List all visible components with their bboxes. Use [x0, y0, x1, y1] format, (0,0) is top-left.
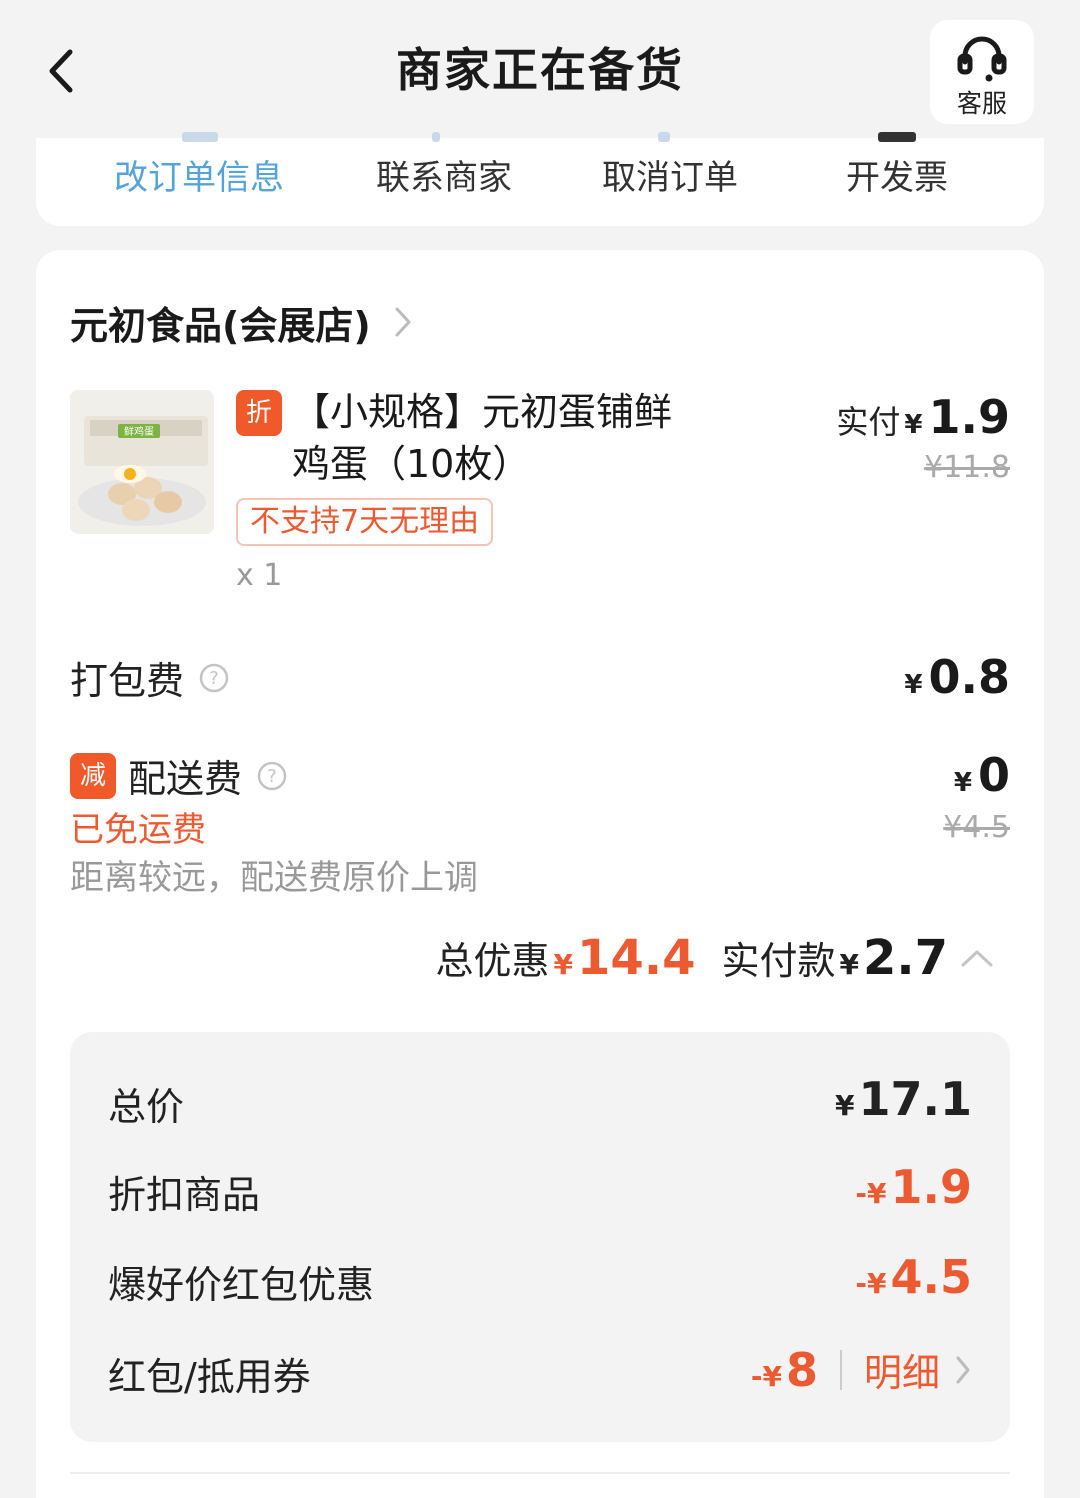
delivery-fee-value: ¥ 0 — [950, 748, 1010, 802]
contact-merchant-icon — [432, 132, 440, 142]
return-policy-badge: 不支持7天无理由 — [236, 498, 494, 546]
order-actions: 改订单信息 联系商家 取消订单 开发票 — [36, 132, 1044, 226]
contact-merchant-button[interactable]: 联系商家 — [376, 150, 512, 199]
svg-text:?: ? — [209, 668, 219, 689]
top-bar: 商家正在备货 客服 — [0, 0, 1080, 138]
product-image[interactable]: 鲜鸡蛋 — [70, 390, 214, 534]
help-circle-icon[interactable]: ? — [198, 662, 230, 694]
page-title: 商家正在备货 — [396, 43, 684, 97]
divider — [70, 1472, 1010, 1474]
total-price-label: 总价 — [108, 1085, 185, 1129]
edit-order-icon — [182, 132, 218, 142]
currency-symbol: -¥ — [855, 1177, 887, 1210]
packing-fee-row: 打包费 ? ¥ 0.8 — [70, 650, 1010, 706]
egg-carton-illustration: 鲜鸡蛋 — [78, 416, 208, 526]
cancel-order-button[interactable]: 取消订单 — [602, 150, 738, 199]
help-circle-icon[interactable]: ? — [256, 760, 288, 792]
discounted-item-label: 折扣商品 — [108, 1173, 261, 1217]
paid-price-value: 1.9 — [928, 390, 1011, 444]
currency-symbol: ¥ — [553, 948, 574, 981]
coupon-row: 红包/抵用券 -¥ 8 明细 — [108, 1342, 972, 1402]
total-price-value: 17.1 — [858, 1072, 973, 1126]
edit-order-info-button[interactable]: 改订单信息 — [114, 150, 284, 199]
product-title[interactable]: 【小规格】元初蛋铺鲜 鸡蛋（10枚） — [292, 386, 742, 490]
discount-tag: 折 — [236, 390, 282, 436]
currency-symbol: ¥ — [904, 410, 923, 440]
customer-service-label: 客服 — [956, 89, 1007, 118]
divider — [839, 1349, 842, 1390]
chevron-right-icon — [395, 307, 411, 337]
headset-icon — [957, 36, 1007, 82]
chevron-right-icon — [956, 1356, 970, 1383]
red-packet-row: 爆好价红包优惠 -¥ 4.5 — [108, 1250, 972, 1310]
paid-label: 实付 — [836, 403, 901, 441]
free-shipping-text: 已免运费 — [70, 810, 206, 850]
total-discount-label: 总优惠 — [435, 939, 550, 983]
packing-fee-value: ¥ 0.8 — [900, 650, 1010, 704]
packing-fee-label: 打包费 — [70, 659, 185, 703]
currency-symbol: ¥ — [904, 670, 923, 700]
payment-summary-toggle[interactable]: 总优惠 ¥ 14.4 实付款 ¥ 2.7 — [436, 930, 994, 986]
total-price-row: 总价 ¥ 17.1 — [108, 1072, 972, 1132]
product-title-line1: 【小规格】元初蛋铺鲜 — [292, 390, 673, 434]
cancel-order-icon — [658, 132, 670, 142]
currency-symbol: ¥ — [953, 768, 972, 798]
svg-text:?: ? — [267, 766, 277, 787]
currency-symbol: -¥ — [750, 1360, 782, 1393]
currency-symbol: ¥ — [839, 948, 859, 981]
order-detail-card: 元初食品(会展店) 鲜鸡蛋 折 【小规格】元初蛋铺鲜 鸡蛋（10枚） 不支持7天… — [36, 250, 1044, 1498]
reduction-tag: 减 — [70, 752, 116, 799]
discounted-item-value: 1.9 — [890, 1160, 973, 1214]
currency-symbol: ¥ — [835, 1089, 855, 1122]
discounted-item-row: 折扣商品 -¥ 1.9 — [108, 1160, 972, 1220]
delivery-fee-row: 减 配送费 ? ¥ 0 — [70, 748, 1010, 804]
red-packet-value: 4.5 — [890, 1250, 973, 1304]
product-original-price: ¥11.8 — [924, 450, 1010, 485]
coupon-label: 红包/抵用券 — [108, 1355, 311, 1399]
invoice-button[interactable]: 开发票 — [846, 150, 948, 199]
currency-symbol: -¥ — [855, 1267, 887, 1300]
price-breakdown: 总价 ¥ 17.1 折扣商品 -¥ 1.9 爆好价红包优惠 -¥ 4.5 红包/… — [70, 1032, 1010, 1442]
product-title-line2: 鸡蛋（10枚） — [292, 442, 531, 486]
delivery-fee-amount: 0 — [977, 748, 1010, 802]
store-link[interactable]: 元初食品(会展店) — [70, 296, 413, 348]
invoice-icon — [878, 132, 916, 142]
product-quantity: x 1 — [236, 558, 283, 593]
coupon-value: 8 — [785, 1343, 818, 1397]
delivery-fee-label: 配送费 — [128, 757, 243, 801]
paid-total-label: 实付款 — [721, 939, 836, 983]
total-discount-value: 14.4 — [577, 930, 696, 986]
chevron-up-icon — [961, 950, 993, 967]
delivery-fee-note: 距离较远，配送费原价上调 — [70, 858, 478, 898]
packing-fee-amount: 0.8 — [928, 650, 1011, 704]
coupon-detail-link[interactable]: 明细 — [864, 1342, 940, 1397]
customer-service-button[interactable]: 客服 — [930, 20, 1034, 124]
red-packet-label: 爆好价红包优惠 — [108, 1263, 375, 1307]
carton-label: 鲜鸡蛋 — [124, 425, 154, 438]
product-paid-price: 实付 ¥ 1.9 — [836, 390, 1010, 444]
store-name: 元初食品(会展店) — [70, 303, 371, 348]
delivery-original-price: ¥4.5 — [943, 810, 1010, 845]
paid-total-value: 2.7 — [862, 930, 948, 986]
